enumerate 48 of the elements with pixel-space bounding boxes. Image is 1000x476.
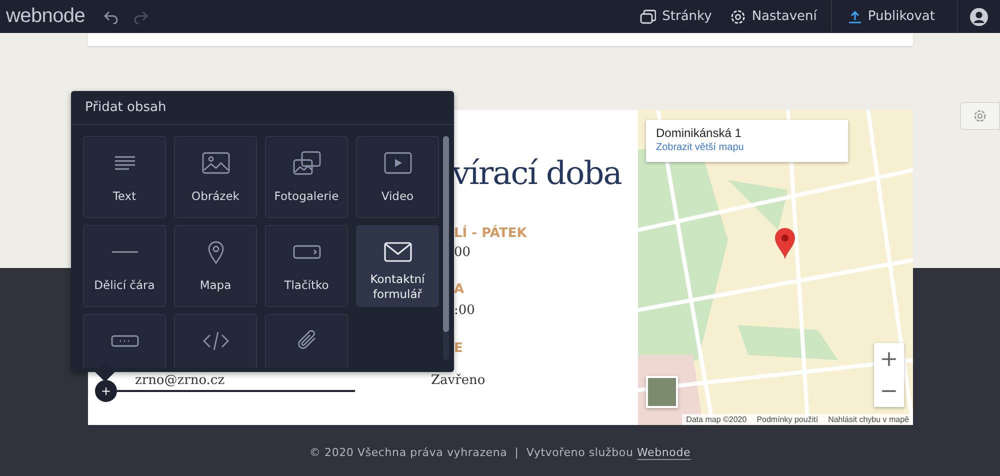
- zoom-out-button[interactable]: −: [874, 375, 904, 407]
- content-tile[interactable]: Video: [356, 136, 439, 218]
- play-icon: [384, 152, 412, 174]
- email-text: zrno@zrno.cz: [135, 373, 225, 388]
- larger-map-link[interactable]: Zobrazit větší mapu: [656, 142, 838, 153]
- place-name: Dominikánská 1: [656, 126, 742, 140]
- content-tile[interactable]: Dělicí čára: [83, 225, 166, 307]
- settings-button[interactable]: Nastavení: [726, 0, 831, 33]
- upload-icon: [848, 10, 862, 24]
- satellite-toggle[interactable]: [646, 376, 678, 408]
- settings-icon: [730, 8, 746, 24]
- code-icon: [202, 330, 228, 352]
- settings-button[interactable]: [960, 102, 1000, 130]
- day-label: E: [454, 341, 463, 356]
- opening-hours: 00: [454, 245, 471, 260]
- attribution-link[interactable]: Podmínky použití: [756, 415, 818, 424]
- undo-icon[interactable]: [103, 10, 120, 24]
- image-icon: [202, 152, 230, 174]
- day-label: LÍ - PÁTEK: [454, 226, 527, 241]
- content-tile[interactable]: Tlačítko: [265, 225, 348, 307]
- attribution-text: Data map ©2020: [686, 415, 747, 424]
- zoom-in-button[interactable]: +: [874, 343, 904, 375]
- section-heading: vírací doba: [452, 154, 622, 192]
- content-tile[interactable]: Kontaktní formulář: [356, 225, 439, 307]
- pin-icon: [206, 240, 224, 264]
- opening-hours: :00: [454, 303, 475, 318]
- line-icon: [110, 250, 138, 254]
- images-icon: [292, 151, 320, 175]
- attribution-link[interactable]: Nahlásit chybu v mapě: [828, 415, 909, 424]
- content-tile[interactable]: Text: [83, 136, 166, 218]
- envelope-icon: [384, 242, 412, 262]
- content-tile[interactable]: Fotogalerie: [265, 136, 348, 218]
- lines-icon: [112, 155, 136, 171]
- footer-link[interactable]: Webnode: [637, 446, 691, 460]
- redo-icon[interactable]: [133, 10, 150, 24]
- pages-icon: [640, 8, 656, 24]
- button-icon: [292, 245, 320, 259]
- panel-title: Přidat obsah: [71, 91, 454, 125]
- settings-icon: [973, 109, 987, 123]
- content-tile[interactable]: Obrázek: [174, 136, 257, 218]
- day-label: A: [454, 282, 464, 297]
- opening-hours: Zavřeno: [431, 373, 486, 388]
- content-tile[interactable]: Mapa: [174, 225, 257, 307]
- footer-text: © 2020 Všechna práva vyhrazena | Vytvořeno službou: [309, 446, 634, 459]
- pages-button[interactable]: Stránky: [640, 0, 726, 33]
- field-icon: [110, 335, 138, 347]
- account-icon[interactable]: [970, 8, 988, 26]
- logo[interactable]: webnode: [0, 5, 104, 28]
